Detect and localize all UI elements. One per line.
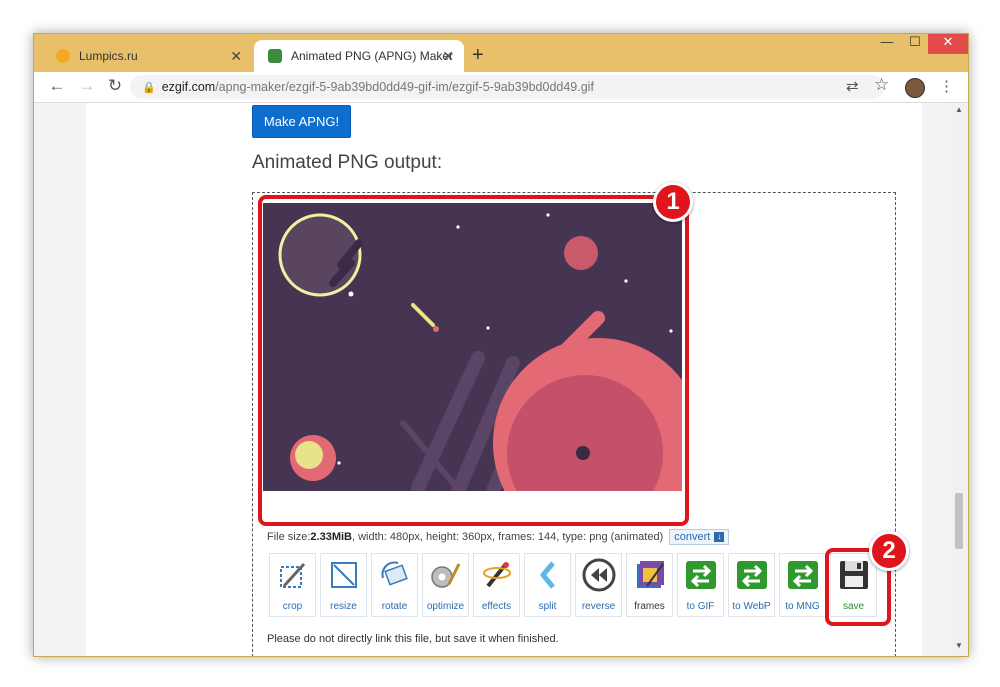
file-info-prefix: File size: bbox=[267, 531, 311, 543]
frames-icon bbox=[632, 557, 668, 593]
profile-avatar[interactable] bbox=[905, 78, 925, 98]
to-webp-button[interactable]: to WebP bbox=[728, 553, 775, 617]
scroll-up-arrow-icon[interactable]: ▲ bbox=[955, 105, 963, 114]
browser-toolbar: ← → ↻ 🔒 ezgif.com /apng-maker/ezgif-5-9a… bbox=[34, 72, 968, 103]
tab-apng-maker[interactable]: Animated PNG (APNG) Maker ✕ bbox=[254, 40, 464, 72]
output-heading: Animated PNG output: bbox=[252, 152, 443, 173]
file-info-details: , width: 480px, height: 360px, frames: 1… bbox=[351, 531, 664, 543]
maximize-button[interactable]: ☐ bbox=[900, 34, 930, 54]
bookmark-star-icon[interactable]: ☆ bbox=[874, 75, 889, 95]
url-path: /apng-maker/ezgif-5-9ab39bd0dd49-gif-im/… bbox=[215, 80, 594, 94]
address-bar[interactable]: 🔒 ezgif.com /apng-maker/ezgif-5-9ab39bd0… bbox=[130, 75, 885, 99]
translate-icon[interactable]: ⇄ bbox=[846, 77, 859, 95]
to-mng-button[interactable]: to MNG bbox=[779, 553, 826, 617]
scroll-thumb[interactable] bbox=[955, 493, 963, 549]
reverse-icon bbox=[581, 557, 617, 593]
new-tab-button[interactable]: + bbox=[472, 44, 484, 67]
file-info: File size: 2.33MiB , width: 480px, heigh… bbox=[267, 529, 730, 545]
convert-label: convert bbox=[674, 531, 711, 543]
download-arrow-icon: ↓ bbox=[714, 532, 725, 542]
tool-label: reverse bbox=[581, 601, 616, 612]
close-tab-icon[interactable]: ✕ bbox=[230, 48, 242, 65]
optimize-icon bbox=[428, 557, 464, 593]
reload-button[interactable]: ↻ bbox=[104, 76, 126, 96]
tab-strip: Lumpics.ru ✕ Animated PNG (APNG) Maker ✕… bbox=[34, 34, 968, 72]
optimize-button[interactable]: optimize bbox=[422, 553, 469, 617]
scroll-down-arrow-icon[interactable]: ▼ bbox=[955, 641, 963, 650]
convert-arrows-icon bbox=[683, 557, 719, 593]
resize-button[interactable]: resize bbox=[320, 553, 367, 617]
effects-icon bbox=[479, 557, 515, 593]
tab-title: Animated PNG (APNG) Maker bbox=[291, 49, 454, 63]
link-notice: Please do not directly link this file, b… bbox=[267, 633, 559, 645]
close-tab-icon[interactable]: ✕ bbox=[442, 48, 454, 65]
tool-label: to MNG bbox=[785, 601, 820, 612]
highlight-output-image bbox=[258, 195, 689, 526]
ezgif-favicon-icon bbox=[268, 49, 282, 63]
convert-button[interactable]: convert ↓ bbox=[669, 529, 730, 545]
minimize-button[interactable]: — bbox=[872, 34, 902, 54]
tool-label: effects bbox=[481, 601, 512, 612]
tab-lumpics[interactable]: Lumpics.ru ✕ bbox=[42, 40, 252, 72]
frames-button[interactable]: frames bbox=[626, 553, 673, 617]
tool-label: optimize bbox=[426, 601, 465, 612]
crop-icon bbox=[275, 557, 311, 593]
crop-button[interactable]: crop bbox=[269, 553, 316, 617]
tool-buttons: crop resize rotate optimize effects spli… bbox=[269, 553, 877, 617]
resize-icon bbox=[326, 557, 362, 593]
tool-label: split bbox=[538, 601, 557, 612]
make-apng-button[interactable]: Make APNG! bbox=[252, 105, 351, 138]
split-icon bbox=[530, 557, 566, 593]
step-badge-1: 1 bbox=[653, 182, 693, 222]
tool-label: rotate bbox=[381, 601, 408, 612]
step-badge-2: 2 bbox=[869, 531, 909, 571]
convert-arrows-icon bbox=[734, 557, 770, 593]
tab-title: Lumpics.ru bbox=[79, 49, 138, 63]
close-window-button[interactable]: ✕ bbox=[928, 34, 968, 54]
split-button[interactable]: split bbox=[524, 553, 571, 617]
forward-button[interactable]: → bbox=[76, 76, 98, 96]
effects-button[interactable]: effects bbox=[473, 553, 520, 617]
tool-label: to WebP bbox=[732, 601, 771, 612]
page-scrollbar[interactable]: ▲ ▼ bbox=[950, 103, 968, 656]
tool-label: to GIF bbox=[686, 601, 715, 612]
rotate-button[interactable]: rotate bbox=[371, 553, 418, 617]
rotate-icon bbox=[377, 557, 413, 593]
tool-label: resize bbox=[330, 601, 357, 612]
lock-icon: 🔒 bbox=[142, 81, 156, 94]
tool-label: crop bbox=[282, 601, 303, 612]
url-host: ezgif.com bbox=[161, 80, 216, 94]
to-gif-button[interactable]: to GIF bbox=[677, 553, 724, 617]
tool-label: frames bbox=[634, 601, 665, 612]
file-size: 2.33MiB bbox=[310, 531, 352, 543]
back-button[interactable]: ← bbox=[46, 76, 68, 96]
convert-arrows-icon bbox=[785, 557, 821, 593]
lumpics-favicon-icon bbox=[56, 49, 70, 63]
reverse-button[interactable]: reverse bbox=[575, 553, 622, 617]
browser-menu-icon[interactable]: ⋮ bbox=[939, 77, 954, 95]
